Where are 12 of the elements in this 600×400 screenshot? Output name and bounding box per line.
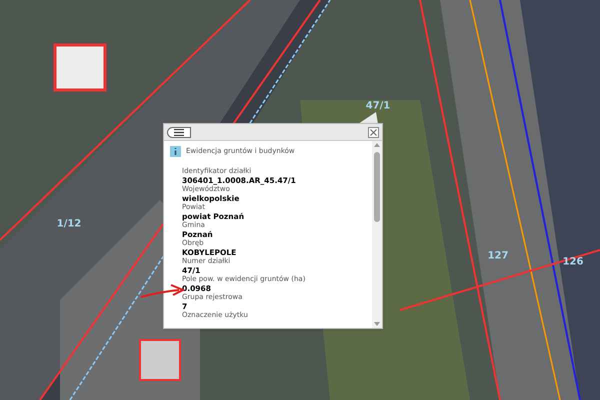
scroll-down-icon bbox=[374, 322, 380, 326]
close-icon bbox=[370, 128, 377, 136]
close-button[interactable] bbox=[368, 126, 379, 138]
parcel-number-label: 47/1 bbox=[366, 100, 390, 114]
scroll-thumb bbox=[374, 152, 380, 222]
parcel-number-label: 126 bbox=[562, 256, 584, 270]
list-icon bbox=[174, 128, 184, 136]
parcel-number-label: 1/12 bbox=[56, 218, 82, 232]
list-button[interactable] bbox=[167, 126, 191, 138]
info-icon bbox=[170, 146, 181, 157]
scroll-up-icon bbox=[374, 143, 380, 147]
parcel-number-label: 127 bbox=[488, 250, 508, 264]
